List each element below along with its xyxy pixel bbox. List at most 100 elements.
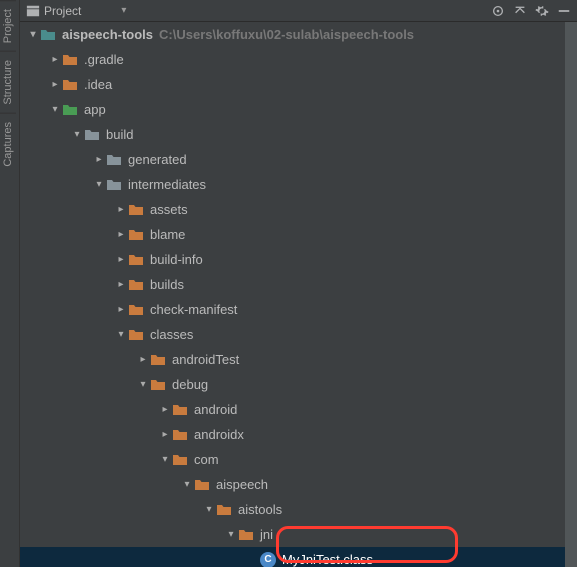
tree-node-androidx[interactable]: ▸ androidx [20, 422, 573, 447]
folder-icon [128, 227, 144, 243]
node-label: intermediates [128, 177, 206, 192]
node-label: classes [150, 327, 193, 342]
chevron-right-icon[interactable]: ▸ [48, 54, 62, 65]
tree-node-check-manifest[interactable]: ▸ check-manifest [20, 297, 573, 322]
folder-icon [172, 402, 188, 418]
folder-icon [128, 302, 144, 318]
tree-node-blame[interactable]: ▸blame [20, 222, 573, 247]
tool-title: Project [44, 4, 81, 18]
node-label: .gradle [84, 52, 124, 67]
tree-node-jni[interactable]: ▾ jni [20, 522, 573, 547]
gear-icon[interactable] [535, 4, 549, 18]
toolbar: Project ▾ [20, 0, 577, 22]
node-label: androidx [194, 427, 244, 442]
tree-node-generated[interactable]: ▸ generated [20, 147, 573, 172]
node-label: jni [260, 527, 273, 542]
tree-node-root[interactable]: ▾ aispeech-tools C:\Users\koffuxu\02-sulab… [20, 22, 573, 47]
dropdown-arrow-icon[interactable]: ▾ [121, 5, 126, 16]
chevron-right-icon[interactable]: ▸ [114, 204, 128, 215]
chevron-down-icon[interactable]: ▾ [26, 29, 40, 40]
folder-icon [128, 327, 144, 343]
folder-icon [106, 152, 122, 168]
side-tab-project[interactable]: Project [0, 0, 16, 51]
project-icon [26, 4, 40, 18]
node-label: build-info [150, 252, 203, 267]
chevron-right-icon[interactable]: ▸ [114, 279, 128, 290]
tree-node-MyJniTest.class[interactable]: ▸CMyJniTest.class [20, 547, 573, 567]
tree-node-builds[interactable]: ▸ builds [20, 272, 573, 297]
folder-icon [150, 377, 166, 393]
chevron-right-icon[interactable]: ▸ [114, 229, 128, 240]
tree-node-aispeech[interactable]: ▾ aispeech [20, 472, 573, 497]
tree-node-android[interactable]: ▸ android [20, 397, 573, 422]
tree-node-classes[interactable]: ▾ classes [20, 322, 573, 347]
collapse-all-icon[interactable] [513, 4, 527, 18]
tree-node-build[interactable]: ▾ build [20, 122, 573, 147]
folder-icon [62, 102, 78, 118]
tree-node-debug[interactable]: ▾ debug [20, 372, 573, 397]
chevron-down-icon[interactable]: ▾ [180, 479, 194, 490]
node-label: build [106, 127, 133, 142]
chevron-down-icon[interactable]: ▾ [202, 504, 216, 515]
folder-icon [128, 277, 144, 293]
folder-icon [40, 27, 56, 43]
chevron-right-icon[interactable]: ▸ [158, 404, 172, 415]
folder-icon [62, 77, 78, 93]
node-label: aispeech [216, 477, 268, 492]
chevron-down-icon[interactable]: ▾ [114, 329, 128, 340]
node-label: android [194, 402, 237, 417]
chevron-right-icon[interactable]: ▸ [48, 79, 62, 90]
folder-icon [216, 502, 232, 518]
chevron-down-icon[interactable]: ▾ [136, 379, 150, 390]
project-tree[interactable]: ▾ aispeech-tools C:\Users\koffuxu\02-sulab… [20, 22, 577, 567]
scroll-from-source-icon[interactable] [491, 4, 505, 18]
side-tab-structure[interactable]: Structure [0, 51, 16, 113]
chevron-down-icon[interactable]: ▾ [92, 179, 106, 190]
folder-icon [172, 452, 188, 468]
side-tab-bar: Project Structure Captures [0, 0, 20, 567]
chevron-down-icon[interactable]: ▾ [224, 529, 238, 540]
toolbar-actions [491, 4, 571, 18]
tree-node-androidTest[interactable]: ▸ androidTest [20, 347, 573, 372]
tree-node-assets[interactable]: ▸ assets [20, 197, 573, 222]
folder-icon [150, 352, 166, 368]
hide-icon[interactable] [557, 4, 571, 18]
chevron-down-icon[interactable]: ▾ [158, 454, 172, 465]
node-label: .idea [84, 77, 112, 92]
folder-icon [84, 127, 100, 143]
folder-icon [194, 477, 210, 493]
folder-icon [62, 52, 78, 68]
chevron-down-icon[interactable]: ▾ [70, 129, 84, 140]
folder-icon [128, 252, 144, 268]
folder-icon [238, 527, 254, 543]
node-label: app [84, 102, 106, 117]
node-label: builds [150, 277, 184, 292]
side-tab-captures[interactable]: Captures [0, 113, 16, 175]
chevron-right-icon[interactable]: ▸ [114, 254, 128, 265]
tree-node-.idea[interactable]: ▸ .idea [20, 72, 573, 97]
tree-node-com[interactable]: ▾ com [20, 447, 573, 472]
node-label: MyJniTest.class [282, 552, 373, 567]
node-label: aistools [238, 502, 282, 517]
tree-node-.gradle[interactable]: ▸ .gradle [20, 47, 573, 72]
node-label: generated [128, 152, 187, 167]
class-file-icon: C [260, 552, 276, 567]
root-path: C:\Users\koffuxu\02-sulab\aispeech-tools [159, 27, 414, 42]
chevron-right-icon[interactable]: ▸ [92, 154, 106, 165]
node-label: androidTest [172, 352, 239, 367]
tree-node-aistools[interactable]: ▾ aistools [20, 497, 573, 522]
chevron-down-icon[interactable]: ▾ [48, 104, 62, 115]
folder-icon [172, 427, 188, 443]
chevron-right-icon[interactable]: ▸ [136, 354, 150, 365]
tree-node-build-info[interactable]: ▸ build-info [20, 247, 573, 272]
tree-node-app[interactable]: ▾ app [20, 97, 573, 122]
node-label: check-manifest [150, 302, 237, 317]
tree-node-intermediates[interactable]: ▾ intermediates [20, 172, 573, 197]
node-label: aispeech-tools [62, 27, 153, 42]
folder-icon [128, 202, 144, 218]
chevron-right-icon[interactable]: ▸ [114, 304, 128, 315]
node-label: com [194, 452, 219, 467]
node-label: assets [150, 202, 188, 217]
chevron-right-icon[interactable]: ▸ [158, 429, 172, 440]
node-label: debug [172, 377, 208, 392]
